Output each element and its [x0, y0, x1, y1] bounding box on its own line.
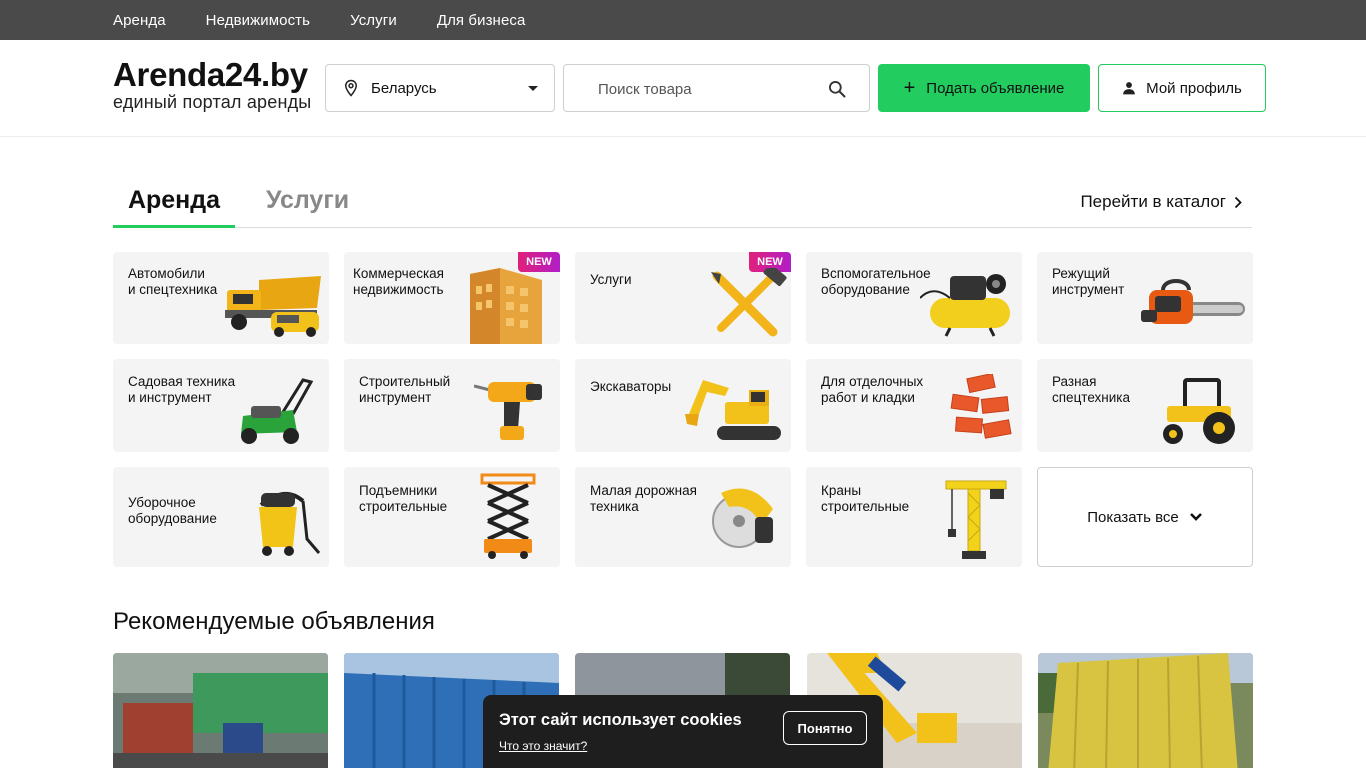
category-label: Вспомогательное оборудование: [821, 266, 931, 297]
truck-icon: [225, 276, 321, 337]
cookie-title: Этот сайт использует cookies: [499, 711, 742, 729]
category-tile-commercial-realty[interactable]: Коммерческая недвижимость NEW: [344, 252, 560, 344]
profile-label: Мой профиль: [1146, 79, 1242, 97]
category-label: Строительный инструмент: [359, 374, 451, 405]
compressor-icon: [920, 274, 1010, 337]
chevron-down-icon: [1189, 513, 1202, 521]
category-tile-misc-machinery[interactable]: Разная спецтехника: [1037, 359, 1253, 452]
cookie-accept-button[interactable]: Понятно: [783, 711, 867, 745]
tractor-icon: [1163, 378, 1235, 444]
crane-icon: [945, 480, 1007, 559]
topnav-services[interactable]: Услуги: [350, 12, 397, 29]
user-icon: [1123, 82, 1136, 95]
plus-icon: +: [903, 77, 916, 99]
category-label: Услуги: [590, 272, 632, 287]
category-label: Для отделочных работ и кладки: [821, 374, 924, 405]
listing-photo-warehouse: [113, 653, 328, 768]
show-all-button[interactable]: Показать все: [1037, 467, 1253, 567]
drill-icon: [474, 382, 542, 440]
category-tile-services[interactable]: Услуги NEW: [575, 252, 791, 344]
bricks-icon: [950, 374, 1012, 439]
cookie-banner: Этот сайт использует cookies Что это зна…: [483, 695, 883, 768]
recommended-title: Рекомендуемые объявления: [113, 608, 435, 635]
category-label: Уборочное оборудование: [128, 495, 217, 526]
show-all-label: Показать все: [1087, 508, 1179, 526]
category-tile-construction-tools[interactable]: Строительный инструмент: [344, 359, 560, 452]
search-input[interactable]: [598, 78, 818, 100]
category-tile-lifts[interactable]: Подъемники строительные: [344, 467, 560, 567]
chevron-right-icon: [1234, 196, 1242, 208]
category-label: Подъемники строительные: [359, 483, 448, 514]
listing-card-photo[interactable]: [1038, 653, 1253, 768]
category-tile-excavators[interactable]: Экскаваторы: [575, 359, 791, 452]
category-label: Садовая техника и инструмент: [128, 374, 236, 405]
excavator-icon: [685, 380, 781, 440]
scissor-lift-icon: [480, 473, 536, 559]
road-saw-icon: [712, 488, 773, 548]
category-tile-finishing[interactable]: Для отделочных работ и кладки: [806, 359, 1022, 452]
top-nav: Аренда Недвижимость Услуги Для бизнеса: [0, 0, 1366, 40]
topnav-business[interactable]: Для бизнеса: [437, 12, 526, 29]
category-label: Малая дорожная техника: [590, 483, 697, 514]
category-tile-vehicles[interactable]: Автомобили и спецтехника: [113, 252, 329, 344]
catalog-link[interactable]: Перейти в каталог: [1080, 192, 1242, 212]
topnav-realty[interactable]: Недвижимость: [206, 12, 310, 29]
category-tile-cutting-tools[interactable]: Режущий инструмент: [1037, 252, 1253, 344]
category-tile-cranes[interactable]: Краны строительные: [806, 467, 1022, 567]
logo[interactable]: Arenda24.by единый портал аренды: [113, 56, 312, 112]
category-tile-cleaning[interactable]: Уборочное оборудование: [113, 467, 329, 567]
topnav-rent[interactable]: Аренда: [113, 12, 166, 29]
category-tile-road-equipment[interactable]: Малая дорожная техника: [575, 467, 791, 567]
category-label: Разная спецтехника: [1052, 374, 1131, 405]
category-label: Краны строительные: [821, 483, 910, 514]
tools-icon: [711, 268, 787, 337]
chainsaw-icon: [1141, 279, 1245, 324]
vacuum-icon: [259, 492, 321, 556]
category-label: Коммерческая недвижимость: [353, 266, 444, 297]
header: Arenda24.by единый портал аренды Беларус…: [0, 40, 1366, 137]
location-pin-icon: [344, 79, 358, 97]
search-box: [563, 64, 870, 112]
region-select[interactable]: Беларусь: [325, 64, 555, 112]
profile-button[interactable]: Мой профиль: [1098, 64, 1266, 112]
lawnmower-icon: [241, 378, 314, 444]
post-ad-button[interactable]: + Подать объявление: [878, 64, 1090, 112]
category-tile-aux-equipment[interactable]: Вспомогательное оборудование: [806, 252, 1022, 344]
region-value: Беларусь: [371, 79, 437, 97]
catalog-link-label: Перейти в каталог: [1080, 192, 1226, 211]
logo-title: Arenda24.by: [113, 56, 308, 93]
building-icon: [470, 268, 542, 344]
listing-card-photo[interactable]: [113, 653, 328, 768]
tab-rent[interactable]: Аренда: [113, 186, 235, 228]
category-tabs: Аренда Услуги Перейти в каталог: [113, 176, 1252, 228]
post-ad-label: Подать объявление: [926, 79, 1065, 97]
listing-photo-container-yellow: [1038, 653, 1253, 768]
category-tile-garden[interactable]: Садовая техника и инструмент: [113, 359, 329, 452]
caret-down-icon: [528, 86, 538, 91]
tab-services[interactable]: Услуги: [266, 186, 349, 215]
logo-subtitle: единый портал аренды: [113, 92, 312, 112]
cookie-info-link[interactable]: Что это значит?: [499, 739, 587, 753]
search-icon[interactable]: [827, 79, 847, 99]
